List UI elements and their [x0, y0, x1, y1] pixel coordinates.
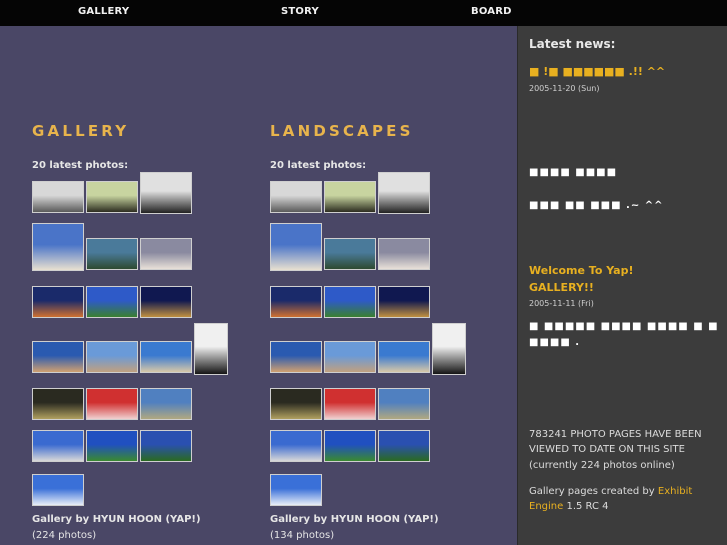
photos-online: (currently 224 photos online) — [529, 460, 675, 471]
palace-photo[interactable] — [270, 388, 322, 420]
night-museum-photo[interactable] — [378, 286, 430, 318]
people-photo[interactable] — [32, 223, 84, 271]
harbor-photo[interactable] — [270, 341, 322, 373]
village-photo[interactable] — [324, 238, 376, 270]
gallery-title[interactable]: GALLERY — [32, 122, 252, 140]
news-body-line: ■■■■ . — [529, 337, 581, 348]
top-nav: GALLERY STORY BOARD — [0, 0, 727, 26]
arch-bw-photo[interactable] — [378, 172, 430, 214]
gallery-credit: Gallery by HYUN HOON (YAP!) — [270, 514, 439, 525]
red-facade-photo[interactable] — [86, 388, 138, 420]
harbor-photo[interactable] — [32, 341, 84, 373]
mountain-meadow-photo[interactable] — [86, 430, 138, 462]
news-date: 2005-11-11 (Fri) — [529, 299, 594, 308]
lake-city-photo[interactable] — [270, 430, 322, 462]
night-bridge-photo[interactable] — [270, 286, 322, 318]
news-body-line: ■■■ ■■ ■■■ .~ ^^ — [529, 200, 664, 211]
building-photo[interactable] — [140, 238, 192, 270]
news-date: 2005-11-20 (Sun) — [529, 84, 600, 93]
sidebar: Latest news: ■ !■ ■■■■■■ .!! ^^ 2005-11-… — [517, 26, 727, 545]
page-view-stats: 783241 PHOTO PAGES HAVE BEEN VIEWED TO D… — [529, 429, 702, 455]
field-sky-photo[interactable] — [324, 286, 376, 318]
credit-name[interactable]: HYUN HOON (YAP!) — [93, 514, 201, 525]
village-photo[interactable] — [86, 238, 138, 270]
photo-count: (224 photos) — [32, 530, 97, 541]
town-sky-photo[interactable] — [86, 341, 138, 373]
cafe-photo[interactable] — [86, 181, 138, 213]
credits: Gallery pages created by Exhibit Engine … — [529, 484, 709, 514]
nav-story-link[interactable]: STORY — [281, 6, 319, 17]
building-photo[interactable] — [378, 238, 430, 270]
news-title[interactable]: Welcome To Yap! GALLERY!! — [529, 262, 699, 296]
photo-count: (134 photos) — [270, 530, 335, 541]
gallery-credit: Gallery by HYUN HOON (YAP!) — [32, 514, 201, 525]
credits-prefix: Gallery pages created by — [529, 486, 658, 497]
garden-house-photo[interactable] — [378, 430, 430, 462]
news-body-line: ■ ■■■■■ ■■■■ ■■■■ ■ ■ — [529, 321, 719, 332]
landscapes-column: LANDSCAPES 20 latest photos: Gallery by … — [270, 122, 490, 541]
mountain-meadow-photo[interactable] — [324, 430, 376, 462]
plaza-photo[interactable] — [140, 341, 192, 373]
nav-gallery-link[interactable]: GALLERY — [78, 6, 129, 17]
red-facade-photo[interactable] — [324, 388, 376, 420]
silhouette-bw-photo[interactable] — [194, 323, 228, 375]
garden-house-photo[interactable] — [140, 430, 192, 462]
silhouette-bw-photo[interactable] — [432, 323, 466, 375]
credit-name[interactable]: HYUN HOON (YAP!) — [331, 514, 439, 525]
arch-bw-photo[interactable] — [140, 172, 192, 214]
ruins-photo[interactable] — [378, 388, 430, 420]
town-sky-photo[interactable] — [324, 341, 376, 373]
snow-mountain-photo[interactable] — [270, 474, 322, 506]
main-content: GALLERY 20 latest photos: Gallery by HYU… — [0, 26, 517, 545]
lake-city-photo[interactable] — [32, 430, 84, 462]
snow-mountain-photo[interactable] — [32, 474, 84, 506]
palace-photo[interactable] — [32, 388, 84, 420]
landscapes-title[interactable]: LANDSCAPES — [270, 122, 490, 140]
latest-photos-label: 20 latest photos: — [32, 160, 129, 171]
credit-prefix: Gallery by — [32, 514, 93, 525]
night-museum-photo[interactable] — [140, 286, 192, 318]
nav-board-link[interactable]: BOARD — [471, 6, 512, 17]
people-photo[interactable] — [270, 223, 322, 271]
latest-news-heading: Latest news: — [529, 37, 616, 51]
night-bridge-photo[interactable] — [32, 286, 84, 318]
city-bw-photo[interactable] — [270, 181, 322, 213]
ruins-photo[interactable] — [140, 388, 192, 420]
plaza-photo[interactable] — [378, 341, 430, 373]
news-title[interactable]: ■ !■ ■■■■■■ .!! ^^ — [529, 65, 719, 78]
cafe-photo[interactable] — [324, 181, 376, 213]
gallery-column: GALLERY 20 latest photos: Gallery by HYU… — [32, 122, 252, 541]
city-bw-photo[interactable] — [32, 181, 84, 213]
latest-photos-label: 20 latest photos: — [270, 160, 367, 171]
field-sky-photo[interactable] — [86, 286, 138, 318]
credits-suffix: 1.5 RC 4 — [563, 501, 609, 512]
credit-prefix: Gallery by — [270, 514, 331, 525]
news-body-line: ■■■■ ■■■■ — [529, 167, 618, 178]
